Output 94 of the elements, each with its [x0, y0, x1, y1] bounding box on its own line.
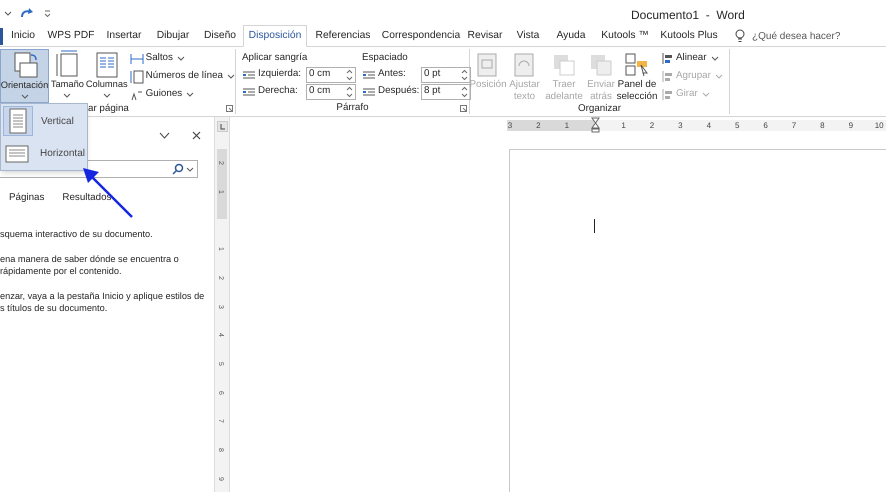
- front-icon: [551, 52, 577, 78]
- caret-icon: [176, 56, 185, 61]
- ribbon-button[interactable]: Números de línea: [130, 69, 235, 84]
- dialog-launcher-icon[interactable]: [460, 105, 467, 112]
- menu-item[interactable]: Horizontal: [3, 138, 85, 168]
- spin-field[interactable]: 0 cm: [306, 66, 356, 82]
- section-title: Aplicar sangría: [242, 51, 308, 65]
- spin-field[interactable]: 8 pt: [421, 84, 471, 100]
- ruler-number: 1: [621, 121, 626, 130]
- ruler-number: 1: [564, 121, 570, 130]
- dialog-launcher-icon[interactable]: [226, 105, 233, 112]
- spin-arrows-icon: [346, 86, 353, 98]
- pane-tab[interactable]: Páginas: [9, 191, 44, 206]
- align-icon: [661, 70, 674, 83]
- ruler-number: 4: [706, 121, 712, 130]
- ribbon-tab[interactable]: WPS PDF: [43, 25, 99, 46]
- ruler-number: 2: [650, 121, 654, 130]
- ruler-number: 10: [874, 121, 884, 130]
- ribbon-tab[interactable]: Disposición: [243, 25, 307, 47]
- section-title: Espaciado: [362, 51, 409, 65]
- search-icon: [172, 163, 184, 175]
- group-label: ar página: [88, 103, 129, 115]
- group-label: Párrafo: [336, 102, 369, 114]
- help-text: squema interactivo de su documento.: [0, 228, 154, 240]
- ribbon-tab[interactable]: Correspondencia: [379, 25, 463, 46]
- ribbon-tab[interactable]: Vista: [507, 25, 549, 46]
- text-cursor: [594, 219, 595, 233]
- ribbon-tab[interactable]: Referencias: [307, 25, 379, 46]
- indent-marker-icon[interactable]: [590, 117, 600, 133]
- field-label: Antes:: [378, 67, 407, 82]
- ruler-number: 2: [536, 121, 541, 130]
- ribbon-tab[interactable]: Diseño: [197, 25, 243, 46]
- spin-field[interactable]: 0 pt: [421, 66, 471, 82]
- ribbon-tab[interactable]: Revisar: [463, 25, 507, 46]
- collapse-icon[interactable]: [159, 132, 170, 139]
- caret-icon: [702, 92, 710, 97]
- spacing-icon: [362, 68, 376, 80]
- lightbulb-icon[interactable]: [735, 29, 745, 43]
- dropdown-icon[interactable]: [4, 10, 12, 16]
- tab-selector-icon[interactable]: [217, 121, 228, 132]
- ribbon-button[interactable]: Tamaño: [49, 49, 86, 103]
- ruler-number: 9: [848, 121, 854, 130]
- ribbon-tab[interactable]: Inicio: [3, 25, 43, 46]
- align-icon: [661, 88, 674, 101]
- caret-icon: [186, 92, 194, 97]
- caret-icon: [710, 56, 718, 61]
- ruler-number: 8: [820, 121, 825, 130]
- ribbon-tab[interactable]: Dibujar: [149, 25, 197, 46]
- redo-icon[interactable]: [20, 7, 34, 19]
- help-text: ena manera de saber dónde se encuentra o rápidamente por el contenido.: [0, 253, 180, 277]
- spin-arrows-icon: [346, 68, 353, 80]
- ribbon-tab[interactable]: Kutools ™: [593, 25, 657, 46]
- ribbon-button[interactable]: Guiones: [130, 87, 235, 102]
- ribbon-button[interactable]: Panel de selección: [617, 49, 657, 103]
- ruler-number: 3: [508, 121, 512, 130]
- back-icon: [588, 52, 614, 78]
- field-label: Después:: [378, 84, 419, 98]
- close-icon[interactable]: [192, 131, 201, 140]
- ribbon-tab[interactable]: Ayuda: [549, 25, 593, 46]
- caret-icon: [186, 166, 194, 172]
- caret-icon: [63, 93, 72, 98]
- ruler-number: 7: [792, 121, 796, 130]
- ribbon-tab[interactable]: Kutools Plus: [657, 25, 721, 46]
- caret-icon: [714, 74, 723, 79]
- align-icon: [661, 52, 674, 65]
- spacing-icon: [362, 86, 376, 98]
- ruler-number: 3: [678, 121, 683, 130]
- menu-item[interactable]: Vertical: [3, 106, 85, 136]
- help-text: enzar, vaya a la pestaña Inicio y aplique estilos de s títulos de su documento.: [0, 290, 204, 314]
- field-label: Izquierda:: [258, 67, 302, 82]
- spin-arrows-icon: [461, 86, 468, 98]
- indent-icon: [242, 86, 256, 98]
- ribbon-button[interactable]: Saltos: [130, 51, 235, 66]
- group-label: Organizar: [578, 103, 621, 115]
- customize-icon[interactable]: [44, 10, 51, 16]
- caret-icon: [102, 93, 111, 98]
- lines-icon: [130, 70, 144, 84]
- indent-icon: [242, 68, 256, 80]
- caret-icon: [20, 94, 28, 99]
- ribbon-button[interactable]: Alinear: [661, 51, 723, 66]
- ribbon-button[interactable]: Orientación: [0, 49, 49, 103]
- ruler-number: 6: [763, 121, 768, 130]
- pane-icon: [624, 52, 650, 78]
- caret-icon: [227, 74, 235, 79]
- window-title: Documento1 - Word: [631, 7, 745, 24]
- ribbon-tab[interactable]: Insertar: [99, 25, 149, 46]
- ribbon-button[interactable]: Columnas: [86, 49, 128, 103]
- field-label: Derecha:: [258, 84, 299, 98]
- ruler-number: 5: [734, 121, 740, 130]
- spin-field[interactable]: 0 cm: [306, 84, 356, 100]
- spin-arrows-icon: [461, 68, 468, 80]
- breaks-icon: [130, 52, 144, 66]
- pane-tab[interactable]: Resultados: [62, 191, 112, 206]
- search-field[interactable]: ¿Qué desea hacer?: [752, 29, 862, 44]
